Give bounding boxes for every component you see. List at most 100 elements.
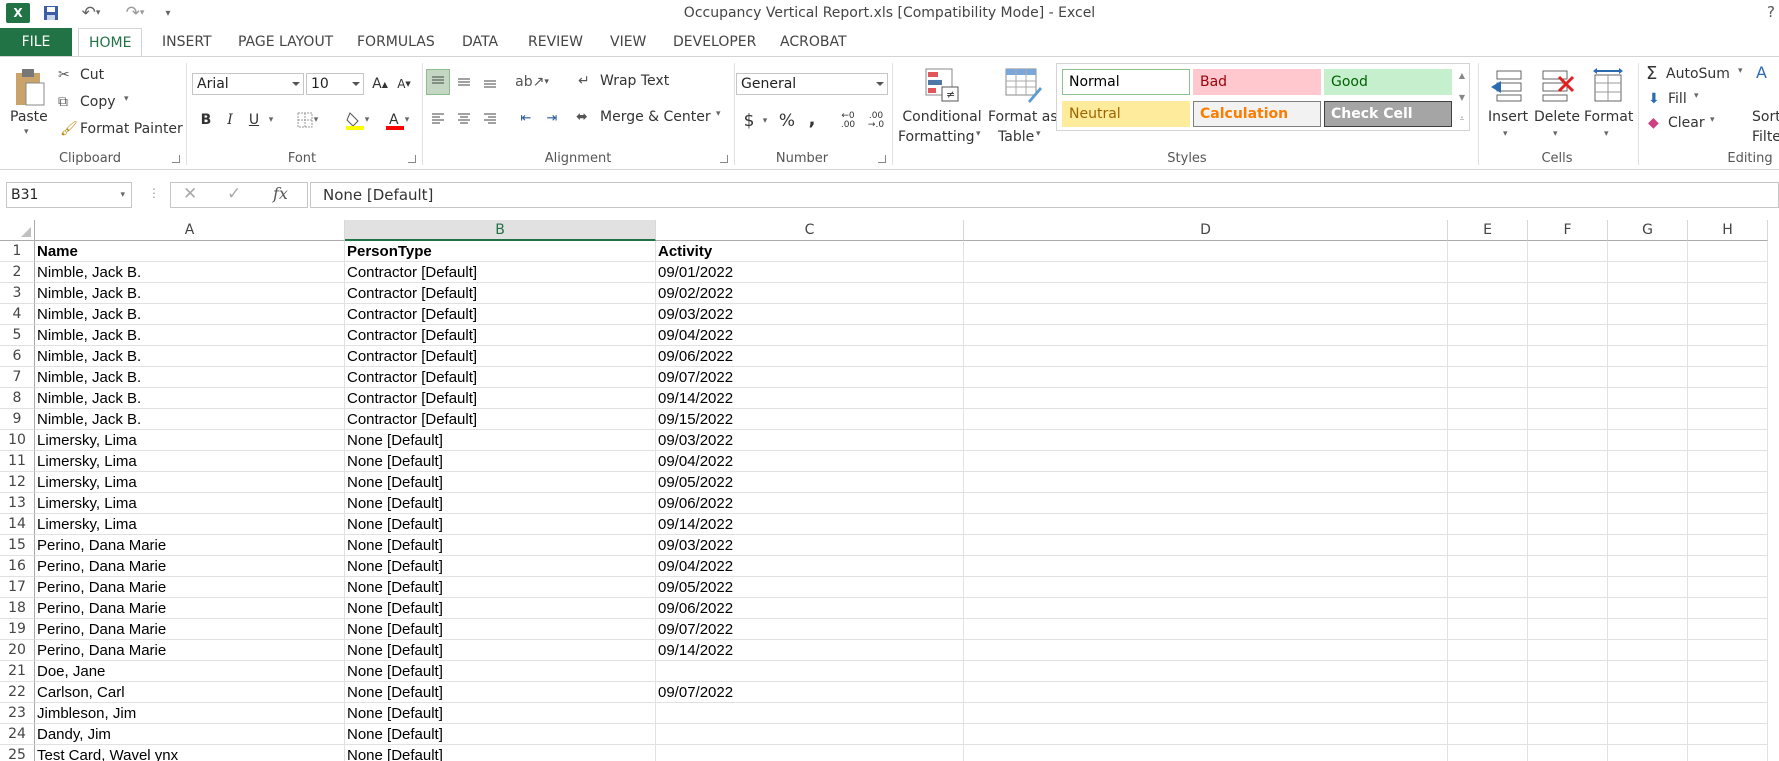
table-cell[interactable] bbox=[1448, 577, 1528, 598]
table-cell[interactable]: None [Default] bbox=[345, 598, 656, 619]
table-cell[interactable] bbox=[1688, 472, 1768, 493]
copy-icon[interactable]: ⧉ bbox=[58, 94, 68, 110]
table-cell[interactable]: Nimble, Jack B. bbox=[35, 325, 345, 346]
styles-scroll-down-icon[interactable]: ▼ bbox=[1456, 87, 1468, 107]
table-cell[interactable] bbox=[1448, 535, 1528, 556]
table-cell[interactable] bbox=[1608, 535, 1688, 556]
table-cell[interactable] bbox=[1608, 325, 1688, 346]
column-header-a[interactable]: A bbox=[35, 220, 345, 241]
column-header-g[interactable]: G bbox=[1608, 220, 1688, 241]
table-cell[interactable]: 09/03/2022 bbox=[656, 304, 964, 325]
tab-insert[interactable]: INSERT bbox=[152, 28, 222, 56]
table-cell[interactable] bbox=[1688, 451, 1768, 472]
enter-icon[interactable]: ✓ bbox=[227, 184, 241, 204]
table-cell[interactable] bbox=[1688, 367, 1768, 388]
autosum-icon[interactable]: Σ bbox=[1646, 63, 1657, 84]
decrease-decimal-icon[interactable]: .00 →.0 bbox=[864, 109, 888, 133]
table-cell[interactable] bbox=[964, 661, 1448, 682]
table-cell[interactable] bbox=[1448, 325, 1528, 346]
underline-button[interactable]: U bbox=[244, 109, 264, 131]
tab-developer[interactable]: DEVELOPER bbox=[663, 28, 766, 56]
format-as-table-dropdown-icon[interactable]: ▾ bbox=[1036, 129, 1041, 139]
table-cell[interactable] bbox=[1528, 472, 1608, 493]
table-cell[interactable]: None [Default] bbox=[345, 430, 656, 451]
table-cell[interactable] bbox=[1528, 430, 1608, 451]
row-header[interactable]: 14 bbox=[0, 514, 35, 535]
column-header-b[interactable]: B bbox=[345, 220, 656, 241]
table-cell[interactable] bbox=[1688, 703, 1768, 724]
merge-dropdown-icon[interactable]: ▾ bbox=[716, 109, 721, 119]
decrease-indent-icon[interactable]: ⇤ bbox=[514, 105, 538, 131]
row-header[interactable]: 20 bbox=[0, 640, 35, 661]
table-cell[interactable] bbox=[1608, 409, 1688, 430]
row-header[interactable]: 18 bbox=[0, 598, 35, 619]
style-normal[interactable]: Normal bbox=[1062, 69, 1190, 95]
table-cell[interactable]: Perino, Dana Marie bbox=[35, 577, 345, 598]
row-header[interactable]: 3 bbox=[0, 283, 35, 304]
paste-button[interactable]: Paste bbox=[10, 109, 48, 125]
header-cell[interactable] bbox=[1608, 241, 1688, 262]
table-cell[interactable]: None [Default] bbox=[345, 619, 656, 640]
percent-button[interactable]: % bbox=[776, 109, 798, 133]
delete-cells-button[interactable]: Delete bbox=[1534, 109, 1580, 125]
orientation-icon[interactable]: ab↗ ▾ bbox=[514, 69, 550, 95]
table-cell[interactable] bbox=[1528, 283, 1608, 304]
conditional-formatting-icon[interactable]: ≠ bbox=[922, 65, 962, 105]
format-as-table-icon[interactable] bbox=[1002, 65, 1044, 105]
table-cell[interactable]: Perino, Dana Marie bbox=[35, 619, 345, 640]
table-cell[interactable]: 09/07/2022 bbox=[656, 682, 964, 703]
name-box-dropdown-icon[interactable]: ▾ bbox=[120, 183, 125, 207]
table-cell[interactable]: Contractor [Default] bbox=[345, 304, 656, 325]
header-cell[interactable] bbox=[1448, 241, 1528, 262]
tab-file[interactable]: FILE bbox=[0, 28, 72, 56]
row-header[interactable]: 17 bbox=[0, 577, 35, 598]
borders-icon[interactable]: ▾ bbox=[292, 109, 322, 131]
table-cell[interactable]: None [Default] bbox=[345, 577, 656, 598]
conditional-dropdown-icon[interactable]: ▾ bbox=[976, 129, 981, 139]
table-cell[interactable] bbox=[1688, 598, 1768, 619]
table-cell[interactable]: None [Default] bbox=[345, 451, 656, 472]
table-cell[interactable] bbox=[1528, 409, 1608, 430]
table-cell[interactable]: None [Default] bbox=[345, 535, 656, 556]
table-cell[interactable]: Contractor [Default] bbox=[345, 388, 656, 409]
table-cell[interactable]: None [Default] bbox=[345, 640, 656, 661]
table-cell[interactable]: Contractor [Default] bbox=[345, 409, 656, 430]
fill-dropdown-icon[interactable]: ▾ bbox=[1694, 91, 1699, 101]
table-cell[interactable] bbox=[1688, 346, 1768, 367]
cancel-icon[interactable]: ✕ bbox=[183, 184, 197, 204]
copy-dropdown-icon[interactable]: ▾ bbox=[124, 94, 129, 104]
table-cell[interactable] bbox=[1448, 598, 1528, 619]
table-cell[interactable] bbox=[1528, 619, 1608, 640]
table-cell[interactable]: 09/04/2022 bbox=[656, 451, 964, 472]
align-left-icon[interactable] bbox=[426, 105, 450, 131]
table-cell[interactable]: None [Default] bbox=[345, 661, 656, 682]
table-cell[interactable] bbox=[964, 472, 1448, 493]
table-cell[interactable] bbox=[1688, 430, 1768, 451]
table-cell[interactable]: Limersky, Lima bbox=[35, 493, 345, 514]
table-cell[interactable] bbox=[1528, 262, 1608, 283]
table-cell[interactable] bbox=[1688, 619, 1768, 640]
row-header[interactable]: 19 bbox=[0, 619, 35, 640]
table-cell[interactable] bbox=[1448, 409, 1528, 430]
table-cell[interactable]: Contractor [Default] bbox=[345, 325, 656, 346]
table-cell[interactable]: Limersky, Lima bbox=[35, 472, 345, 493]
table-cell[interactable] bbox=[964, 745, 1448, 761]
increase-indent-icon[interactable]: ⇥ bbox=[540, 105, 564, 131]
insert-function-icon[interactable]: fx bbox=[273, 184, 288, 203]
table-cell[interactable] bbox=[1688, 325, 1768, 346]
insert-cells-button[interactable]: Insert bbox=[1488, 109, 1528, 125]
table-cell[interactable]: Limersky, Lima bbox=[35, 514, 345, 535]
clipboard-launcher-icon[interactable] bbox=[172, 155, 180, 163]
table-cell[interactable] bbox=[1528, 388, 1608, 409]
tab-data[interactable]: DATA bbox=[452, 28, 508, 56]
table-cell[interactable] bbox=[1608, 703, 1688, 724]
table-cell[interactable] bbox=[1688, 409, 1768, 430]
table-cell[interactable] bbox=[1448, 661, 1528, 682]
table-cell[interactable] bbox=[1688, 682, 1768, 703]
table-cell[interactable] bbox=[1688, 304, 1768, 325]
row-header[interactable]: 9 bbox=[0, 409, 35, 430]
table-cell[interactable] bbox=[1608, 556, 1688, 577]
alignment-launcher-icon[interactable] bbox=[720, 155, 728, 163]
table-cell[interactable] bbox=[1448, 619, 1528, 640]
row-header[interactable]: 23 bbox=[0, 703, 35, 724]
